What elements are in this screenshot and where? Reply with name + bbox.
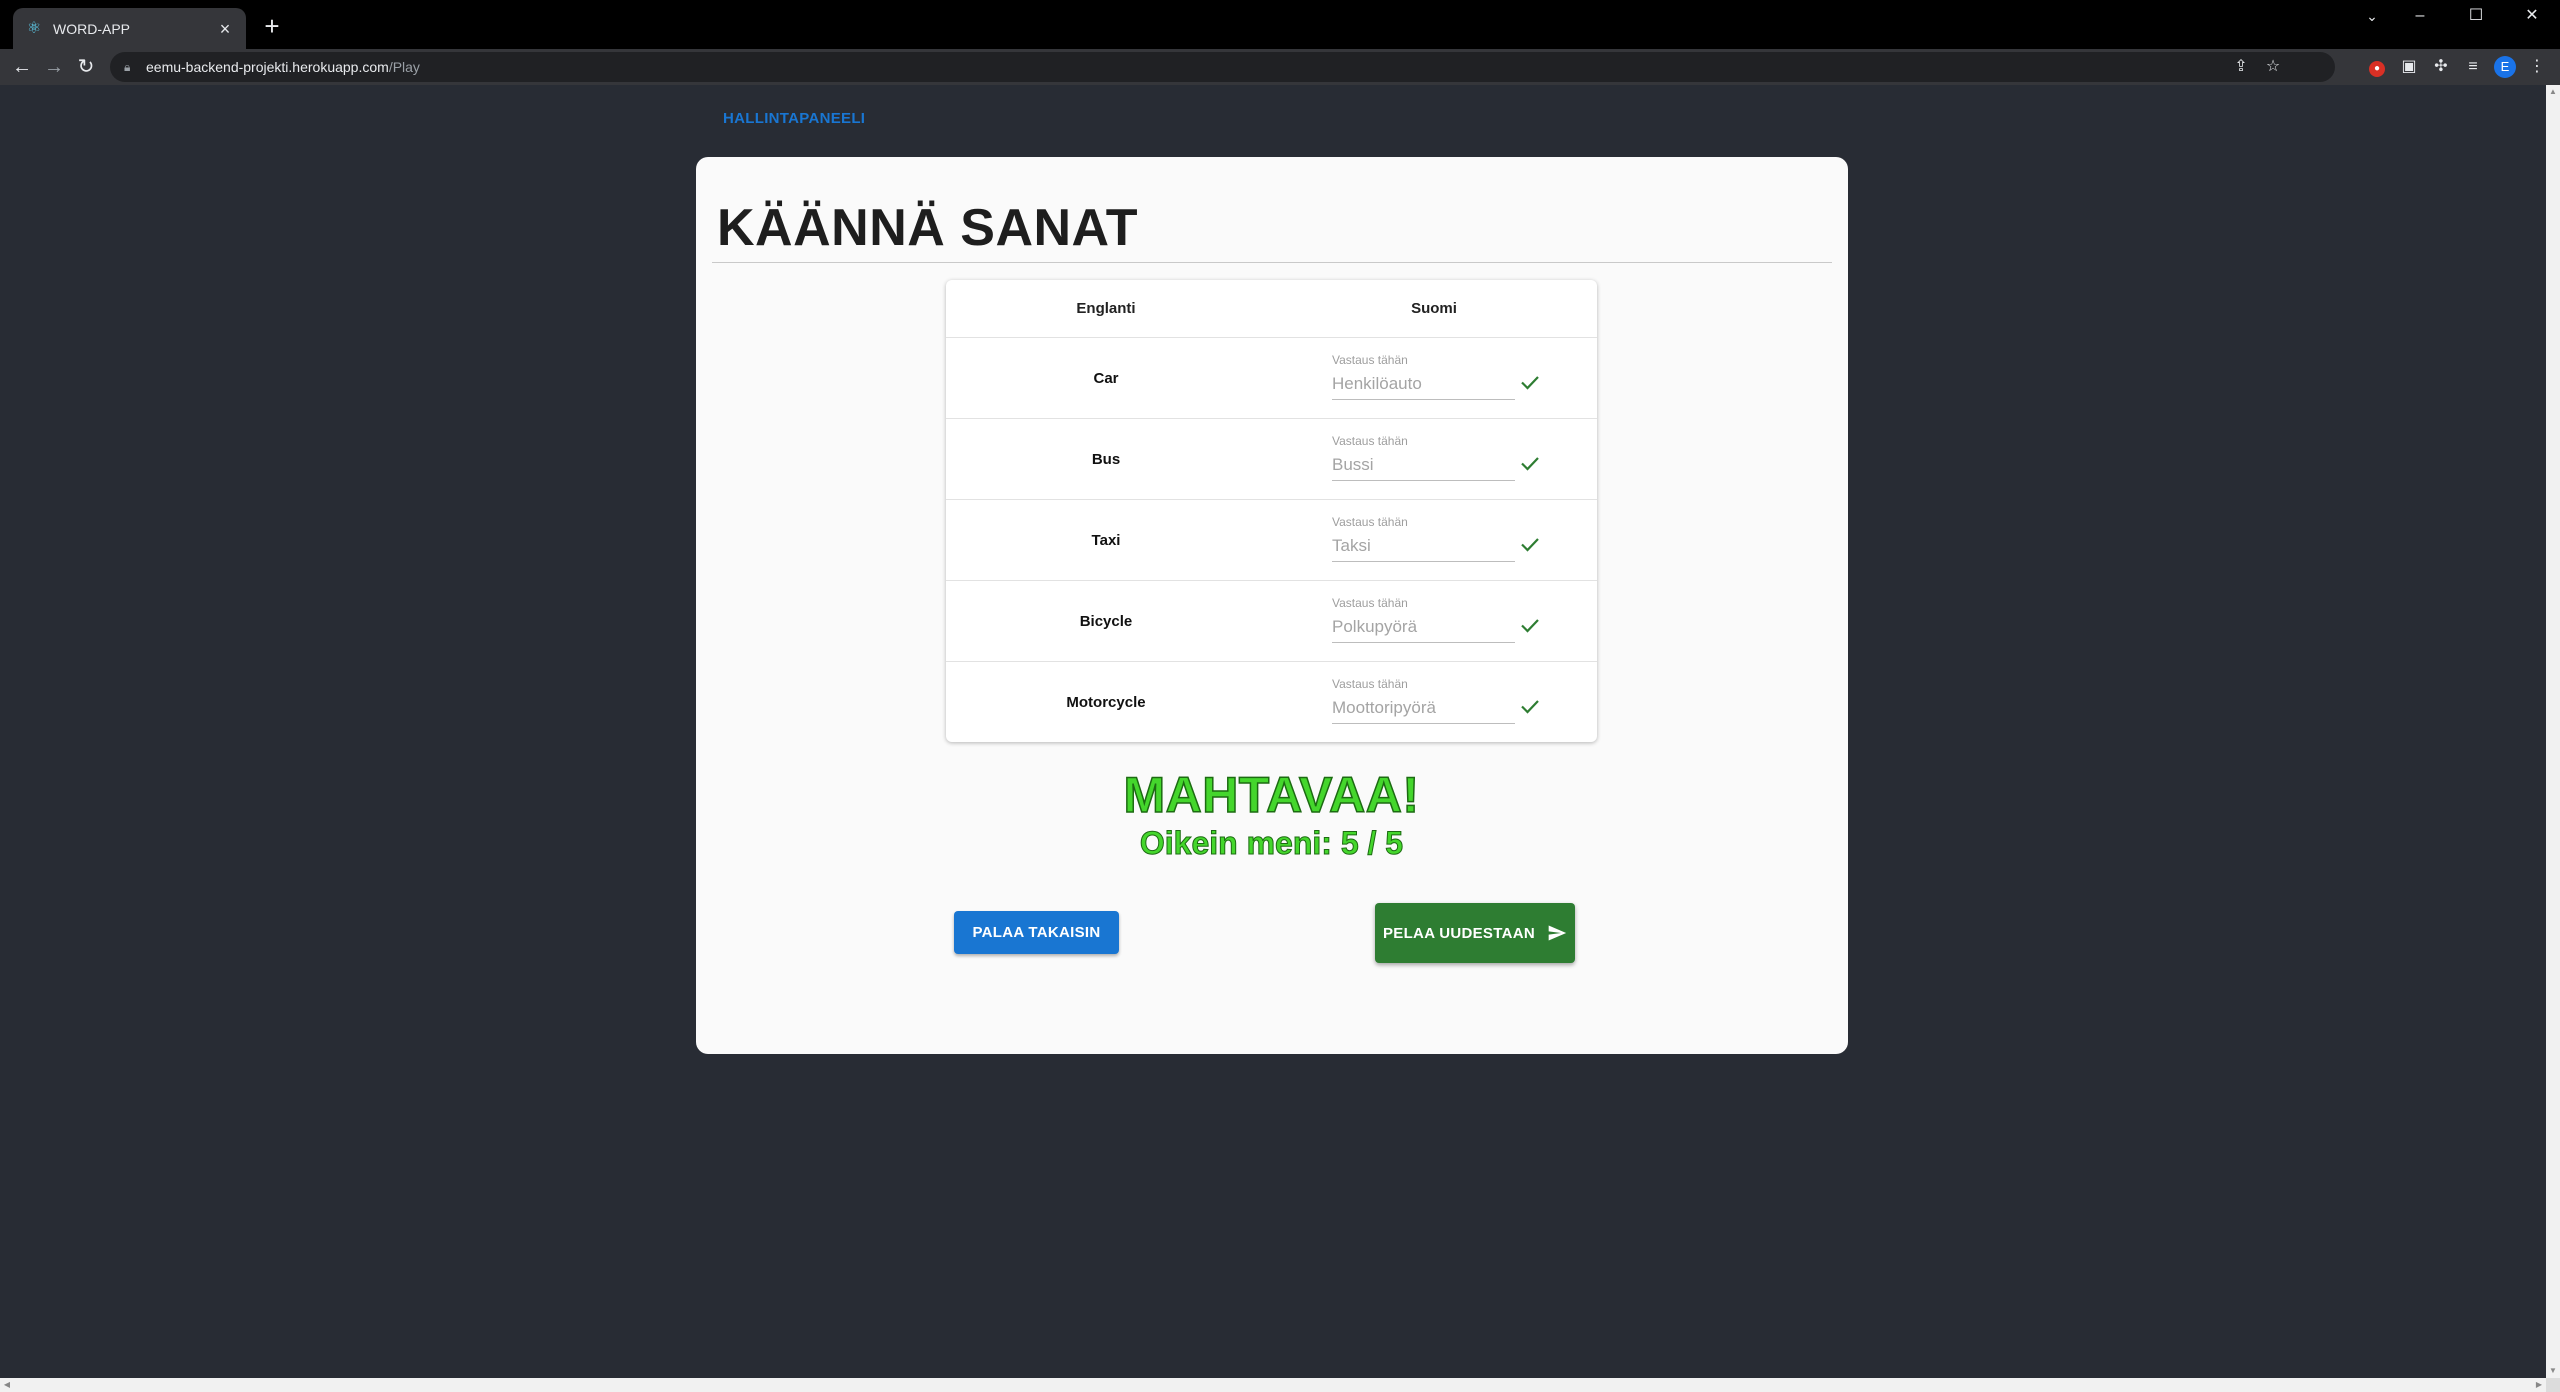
reload-icon[interactable]: ↻ [72, 53, 100, 81]
answer-field-label: Vastaus tähän [1332, 596, 1408, 610]
scroll-down-arrow-icon[interactable]: ▼ [2546, 1364, 2560, 1378]
horizontal-scrollbar[interactable]: ◀ ▶ [0, 1378, 2546, 1392]
window-controls: – ☐ ✕ [2392, 0, 2560, 32]
title-divider [712, 262, 1832, 263]
scrollbar-corner [2546, 1378, 2560, 1392]
browser-menu-icon[interactable]: ⋮ [2524, 53, 2550, 81]
answer-field[interactable]: Taksi [1332, 534, 1515, 562]
answer-field[interactable]: Polkupyörä [1332, 615, 1515, 643]
source-word: Bicycle [1079, 613, 1133, 630]
scroll-left-arrow-icon[interactable]: ◀ [0, 1378, 14, 1392]
back-arrow-icon[interactable]: ← [8, 53, 36, 81]
close-window-icon[interactable]: ✕ [2504, 0, 2560, 32]
minimize-icon[interactable]: – [2392, 0, 2448, 32]
lock-icon: 🔒︎ [124, 59, 131, 74]
page-title: KÄÄNNÄ SANAT [717, 199, 1139, 257]
column-header-english: Englanti [1076, 300, 1136, 317]
back-button[interactable]: PALAA TAKAISIN [954, 911, 1119, 954]
share-icon[interactable]: ⇪ [2229, 55, 2253, 79]
answer-field-label: Vastaus tähän [1332, 353, 1408, 367]
url-host: eemu-backend-projekti.herokuapp.com [146, 59, 389, 75]
admin-panel-link[interactable]: HALLINTAPANEELI [723, 110, 865, 127]
check-icon [1521, 376, 1539, 390]
answer-field[interactable]: Henkilöauto [1332, 372, 1515, 400]
answer-field-label: Vastaus tähän [1332, 515, 1408, 529]
source-word: Car [1093, 370, 1119, 387]
check-icon [1521, 538, 1539, 552]
source-word: Taxi [1091, 532, 1121, 549]
browser-tab-strip: ⚛ WORD-APP × + ⌄ – ☐ ✕ [0, 0, 2560, 49]
check-icon [1521, 457, 1539, 471]
play-again-button[interactable]: PELAA UUDESTAAN [1375, 903, 1575, 963]
answer-field-label: Vastaus tähän [1332, 677, 1408, 691]
table-row: Bicycle Vastaus tähän Polkupyörä [946, 580, 1597, 661]
column-header-finnish: Suomi [1411, 300, 1457, 317]
table-row: Taxi Vastaus tähän Taksi [946, 499, 1597, 580]
check-icon [1521, 619, 1539, 633]
answer-field[interactable]: Moottoripyörä [1332, 696, 1515, 724]
puzzle-extensions-icon[interactable]: ✣ [2428, 53, 2454, 81]
answer-field[interactable]: Bussi [1332, 453, 1515, 481]
vertical-scrollbar[interactable]: ▲ ▼ [2546, 85, 2560, 1378]
source-word: Bus [1091, 451, 1121, 468]
forward-arrow-icon[interactable]: → [40, 53, 68, 81]
browser-toolbar: ← → ↻ 🔒︎ eemu-backend-projekti.herokuapp… [0, 49, 2560, 85]
result-title: MAHTAVAA! [1123, 766, 1420, 824]
scroll-up-arrow-icon[interactable]: ▲ [2546, 85, 2560, 99]
extensions-area: ● ▣ ✣ ≡ E ⋮ [2364, 53, 2550, 81]
play-again-label: PELAA UUDESTAAN [1382, 924, 1535, 942]
send-icon [1548, 925, 1567, 941]
source-word: Motorcycle [1066, 694, 1146, 711]
answer-field-label: Vastaus tähän [1332, 434, 1408, 448]
maximize-icon[interactable]: ☐ [2448, 0, 2504, 32]
check-icon [1521, 700, 1539, 714]
scroll-right-arrow-icon[interactable]: ▶ [2532, 1378, 2546, 1392]
reading-list-icon[interactable]: ≡ [2460, 53, 2486, 81]
table-row: Bus Vastaus tähän Bussi [946, 418, 1597, 499]
tab-title: WORD-APP [53, 20, 130, 37]
close-tab-icon[interactable]: × [216, 20, 234, 38]
table-row: Car Vastaus tähän Henkilöauto [946, 337, 1597, 418]
extension-icon[interactable]: ▣ [2396, 53, 2422, 81]
word-table: Englanti Suomi Car Vastaus tähän Henkilö… [946, 280, 1597, 742]
react-icon: ⚛ [26, 19, 42, 37]
url-path: /Play [388, 59, 420, 75]
new-tab-icon[interactable]: + [258, 12, 286, 40]
browser-tab[interactable]: ⚛ WORD-APP × [13, 8, 246, 49]
profile-avatar[interactable]: E [2492, 53, 2518, 81]
table-row: Motorcycle Vastaus tähän Moottoripyörä [946, 661, 1597, 742]
bookmark-star-icon[interactable]: ☆ [2261, 55, 2285, 79]
ublock-extension-icon[interactable]: ● [2364, 53, 2390, 81]
result-score: Oikein meni: 5 / 5 [1139, 825, 1404, 862]
address-bar[interactable]: 🔒︎ eemu-backend-projekti.herokuapp.com/P… [110, 52, 2335, 82]
